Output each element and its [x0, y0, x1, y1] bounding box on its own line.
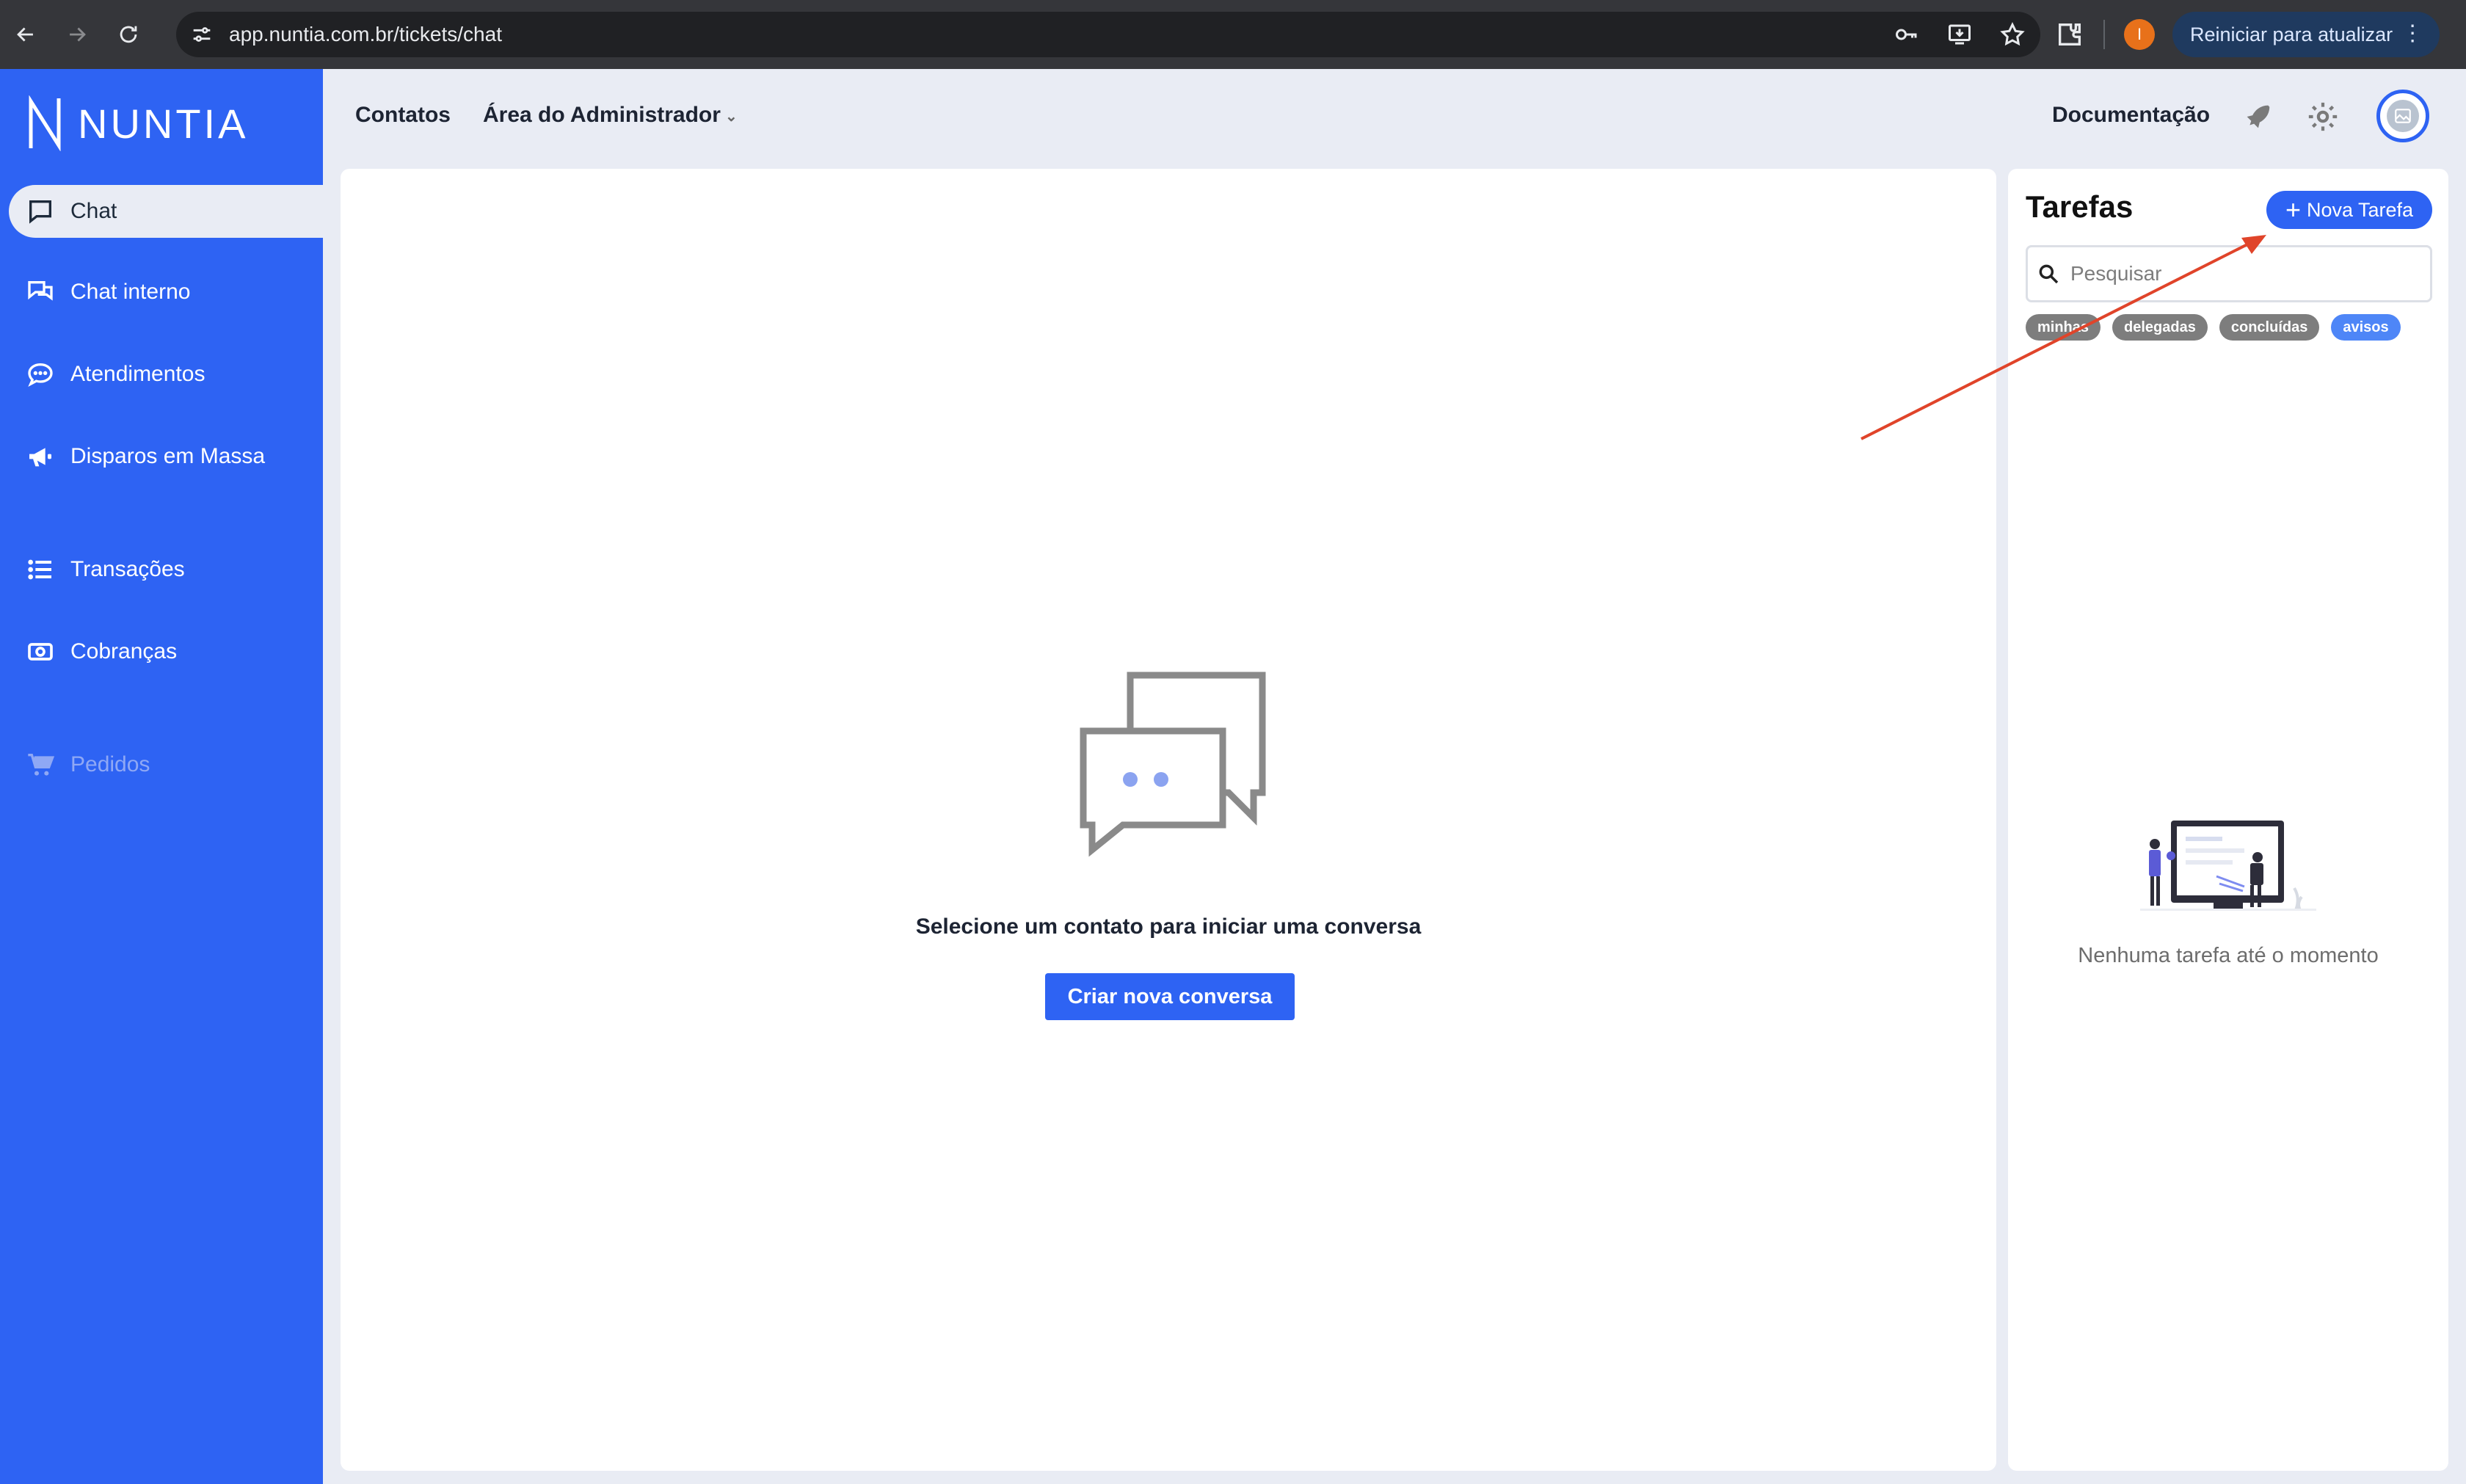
sidebar-item-pedidos[interactable]: Pedidos	[9, 738, 323, 791]
profile-avatar[interactable]: I	[2124, 19, 2155, 50]
task-search-input[interactable]	[2070, 262, 2408, 285]
no-tasks-message: Nenhuma tarefa até o momento	[2078, 944, 2379, 967]
key-icon[interactable]	[1894, 21, 1920, 48]
filter-chip-delegadas[interactable]: delegadas	[2112, 314, 2208, 341]
forward-icon[interactable]	[51, 0, 103, 69]
avatar-image-icon	[2387, 100, 2419, 132]
restart-update-label: Reiniciar para atualizar	[2190, 23, 2393, 46]
chat-bubbles-icon	[25, 277, 56, 308]
sidebar-item-label: Transações	[70, 557, 185, 581]
sidebar-item-label: Chat interno	[70, 280, 191, 304]
nav-documentacao[interactable]: Documentação	[2052, 103, 2210, 128]
brand-name: NUNTIA	[78, 100, 249, 147]
sidebar-item-label: Pedidos	[70, 752, 150, 776]
sidebar-item-chat[interactable]: Chat	[9, 185, 323, 238]
sidebar-item-cobrancas[interactable]: Cobranças	[9, 625, 323, 678]
create-conversation-button[interactable]: Criar nova conversa	[1045, 973, 1295, 1020]
nav-admin-area[interactable]: Área do Administrador ⌄	[483, 103, 738, 128]
sidebar-item-transacoes[interactable]: Transações	[9, 543, 323, 596]
empty-chat-message: Selecione um contato para iniciar uma co…	[915, 914, 1422, 939]
sidebar-item-atendimentos[interactable]: Atendimentos	[9, 348, 323, 401]
sidebar-item-label: Atendimentos	[70, 362, 205, 386]
chat-bubble-icon	[25, 196, 56, 227]
plus-icon: +	[2285, 194, 2301, 225]
list-icon	[25, 554, 56, 585]
brand-logo[interactable]: NUNTIA	[26, 95, 248, 151]
back-icon[interactable]	[0, 0, 51, 69]
money-icon	[25, 636, 56, 667]
nav-contatos[interactable]: Contatos	[355, 103, 451, 128]
star-icon[interactable]	[1999, 21, 2026, 48]
extensions-icon[interactable]	[2055, 20, 2084, 49]
chat-dots-icon	[25, 359, 56, 390]
toolbar-divider	[2103, 20, 2105, 49]
sidebar-item-chat-interno[interactable]: Chat interno	[9, 266, 323, 319]
cart-icon	[25, 749, 56, 780]
site-settings-icon[interactable]	[189, 22, 214, 47]
install-app-icon[interactable]	[1946, 21, 1973, 48]
reload-icon[interactable]	[103, 0, 154, 69]
top-header: Contatos Área do Administrador ⌄ Document…	[323, 69, 2466, 164]
task-search-field[interactable]	[2026, 245, 2432, 302]
restart-update-button[interactable]: Reiniciar para atualizar ⋮	[2172, 12, 2440, 57]
task-filter-chips: minhas delegadas concluídas avisos	[2026, 314, 2401, 341]
rocket-icon[interactable]	[2240, 100, 2274, 134]
chat-empty-illustration-icon	[1080, 672, 1266, 857]
gear-icon[interactable]	[2306, 100, 2340, 134]
more-menu-icon[interactable]: ⋮	[2401, 21, 2423, 47]
nav-admin-label: Área do Administrador	[483, 103, 721, 127]
sidebar-item-label: Chat	[70, 199, 117, 223]
filter-chip-minhas[interactable]: minhas	[2026, 314, 2101, 341]
new-task-button[interactable]: + Nova Tarefa	[2266, 191, 2432, 229]
no-tasks-illustration-icon	[2140, 821, 2316, 911]
sidebar: NUNTIA Chat Chat interno Atendimentos Di…	[0, 69, 323, 1484]
megaphone-icon	[25, 441, 56, 472]
filter-chip-avisos[interactable]: avisos	[2331, 314, 2401, 341]
chat-main-panel: Selecione um contato para iniciar uma co…	[341, 169, 1996, 1471]
browser-toolbar: app.nuntia.com.br/tickets/chat I Reinici…	[0, 0, 2466, 69]
chevron-down-icon: ⌄	[724, 108, 738, 125]
url-text[interactable]: app.nuntia.com.br/tickets/chat	[229, 23, 502, 46]
nuntia-logo-icon	[29, 95, 61, 151]
tasks-title: Tarefas	[2026, 189, 2134, 224]
address-bar[interactable]: app.nuntia.com.br/tickets/chat	[176, 12, 2040, 57]
user-avatar[interactable]	[2376, 90, 2429, 142]
sidebar-item-label: Disparos em Massa	[70, 444, 266, 468]
new-task-label: Nova Tarefa	[2306, 198, 2414, 221]
filter-chip-concluidas[interactable]: concluídas	[2219, 314, 2320, 341]
sidebar-item-label: Cobranças	[70, 639, 178, 663]
sidebar-item-disparos[interactable]: Disparos em Massa	[9, 430, 323, 483]
tasks-panel: Tarefas + Nova Tarefa minhas delegadas c…	[2008, 169, 2448, 1471]
search-icon	[2039, 264, 2059, 284]
